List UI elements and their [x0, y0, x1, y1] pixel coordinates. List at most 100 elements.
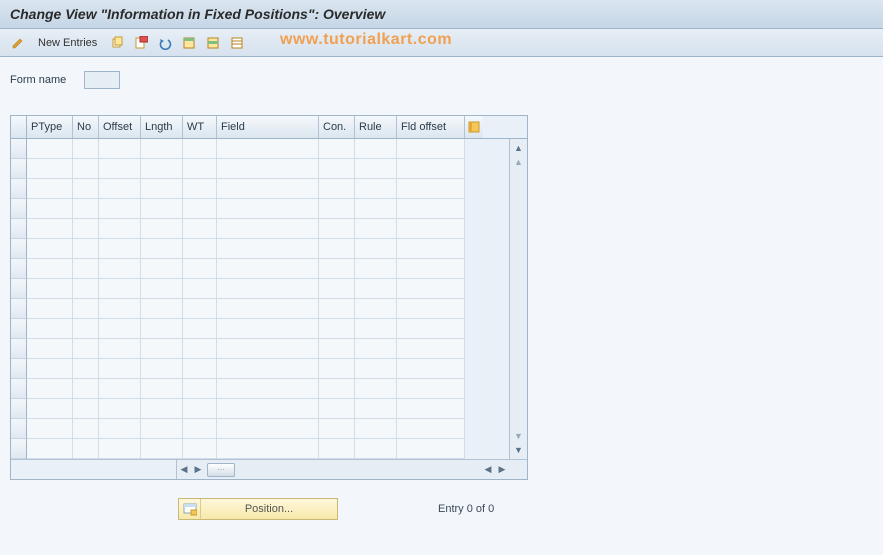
- row-selector[interactable]: [11, 139, 27, 159]
- table-cell[interactable]: [73, 139, 99, 159]
- table-cell[interactable]: [355, 439, 397, 459]
- table-cell[interactable]: [27, 219, 73, 239]
- pencil-icon[interactable]: [8, 33, 28, 53]
- col-field[interactable]: Field: [217, 116, 319, 138]
- table-cell[interactable]: [73, 339, 99, 359]
- table-cell[interactable]: [73, 379, 99, 399]
- table-cell[interactable]: [99, 279, 141, 299]
- table-cell[interactable]: [355, 319, 397, 339]
- table-cell[interactable]: [355, 179, 397, 199]
- table-cell[interactable]: [217, 199, 319, 219]
- table-cell[interactable]: [397, 339, 465, 359]
- row-selector[interactable]: [11, 299, 27, 319]
- table-cell[interactable]: [141, 159, 183, 179]
- table-cell[interactable]: [99, 299, 141, 319]
- col-fld-offset[interactable]: Fld offset: [397, 116, 465, 138]
- table-cell[interactable]: [183, 419, 217, 439]
- table-cell[interactable]: [99, 359, 141, 379]
- table-cell[interactable]: [217, 239, 319, 259]
- table-cell[interactable]: [319, 139, 355, 159]
- table-cell[interactable]: [141, 179, 183, 199]
- table-cell[interactable]: [183, 179, 217, 199]
- table-cell[interactable]: [217, 179, 319, 199]
- table-cell[interactable]: [99, 139, 141, 159]
- table-cell[interactable]: [73, 159, 99, 179]
- table-cell[interactable]: [319, 299, 355, 319]
- table-cell[interactable]: [183, 399, 217, 419]
- table-cell[interactable]: [27, 259, 73, 279]
- table-cell[interactable]: [355, 139, 397, 159]
- table-cell[interactable]: [355, 419, 397, 439]
- scroll-up2-icon[interactable]: ▲: [512, 155, 526, 169]
- col-con[interactable]: Con.: [319, 116, 355, 138]
- row-selector[interactable]: [11, 179, 27, 199]
- table-cell[interactable]: [141, 399, 183, 419]
- table-cell[interactable]: [217, 399, 319, 419]
- row-selector[interactable]: [11, 159, 27, 179]
- scroll-up-icon[interactable]: ▲: [512, 141, 526, 155]
- table-cell[interactable]: [217, 359, 319, 379]
- row-selector[interactable]: [11, 399, 27, 419]
- table-cell[interactable]: [183, 159, 217, 179]
- table-cell[interactable]: [99, 259, 141, 279]
- table-cell[interactable]: [27, 159, 73, 179]
- row-selector[interactable]: [11, 219, 27, 239]
- table-cell[interactable]: [141, 439, 183, 459]
- table-cell[interactable]: [27, 419, 73, 439]
- table-cell[interactable]: [141, 359, 183, 379]
- table-cell[interactable]: [141, 419, 183, 439]
- horizontal-scrollbar[interactable]: ◀ ▶ ··· ◀ ▶: [11, 459, 527, 479]
- table-cell[interactable]: [319, 199, 355, 219]
- table-cell[interactable]: [141, 339, 183, 359]
- copy-icon[interactable]: [107, 33, 127, 53]
- delete-icon[interactable]: [131, 33, 151, 53]
- col-lngth[interactable]: Lngth: [141, 116, 183, 138]
- table-cell[interactable]: [183, 259, 217, 279]
- table-cell[interactable]: [141, 139, 183, 159]
- table-cell[interactable]: [99, 179, 141, 199]
- table-cell[interactable]: [73, 179, 99, 199]
- table-cell[interactable]: [217, 339, 319, 359]
- col-ptype[interactable]: PType: [27, 116, 73, 138]
- table-cell[interactable]: [319, 379, 355, 399]
- table-cell[interactable]: [73, 259, 99, 279]
- table-cell[interactable]: [183, 379, 217, 399]
- table-cell[interactable]: [397, 279, 465, 299]
- table-config-icon[interactable]: [465, 116, 483, 138]
- table-cell[interactable]: [183, 279, 217, 299]
- table-cell[interactable]: [27, 399, 73, 419]
- table-cell[interactable]: [217, 259, 319, 279]
- select-block-icon[interactable]: [203, 33, 223, 53]
- table-cell[interactable]: [99, 239, 141, 259]
- table-cell[interactable]: [217, 159, 319, 179]
- table-cell[interactable]: [355, 199, 397, 219]
- table-cell[interactable]: [99, 199, 141, 219]
- table-cell[interactable]: [319, 179, 355, 199]
- col-no[interactable]: No: [73, 116, 99, 138]
- table-cell[interactable]: [141, 319, 183, 339]
- table-cell[interactable]: [27, 359, 73, 379]
- row-selector[interactable]: [11, 279, 27, 299]
- table-cell[interactable]: [141, 379, 183, 399]
- table-cell[interactable]: [27, 279, 73, 299]
- row-selector[interactable]: [11, 199, 27, 219]
- table-cell[interactable]: [73, 199, 99, 219]
- table-cell[interactable]: [73, 219, 99, 239]
- col-wt[interactable]: WT: [183, 116, 217, 138]
- table-cell[interactable]: [27, 439, 73, 459]
- undo-icon[interactable]: [155, 33, 175, 53]
- table-cell[interactable]: [355, 359, 397, 379]
- vertical-scrollbar[interactable]: ▲ ▲ ▼ ▼: [509, 139, 527, 459]
- table-cell[interactable]: [73, 419, 99, 439]
- table-cell[interactable]: [99, 399, 141, 419]
- row-selector[interactable]: [11, 259, 27, 279]
- table-cell[interactable]: [99, 439, 141, 459]
- table-cell[interactable]: [319, 359, 355, 379]
- table-cell[interactable]: [319, 259, 355, 279]
- row-selector[interactable]: [11, 339, 27, 359]
- table-cell[interactable]: [73, 299, 99, 319]
- table-cell[interactable]: [397, 439, 465, 459]
- deselect-icon[interactable]: [227, 33, 247, 53]
- table-cell[interactable]: [27, 379, 73, 399]
- table-cell[interactable]: [73, 439, 99, 459]
